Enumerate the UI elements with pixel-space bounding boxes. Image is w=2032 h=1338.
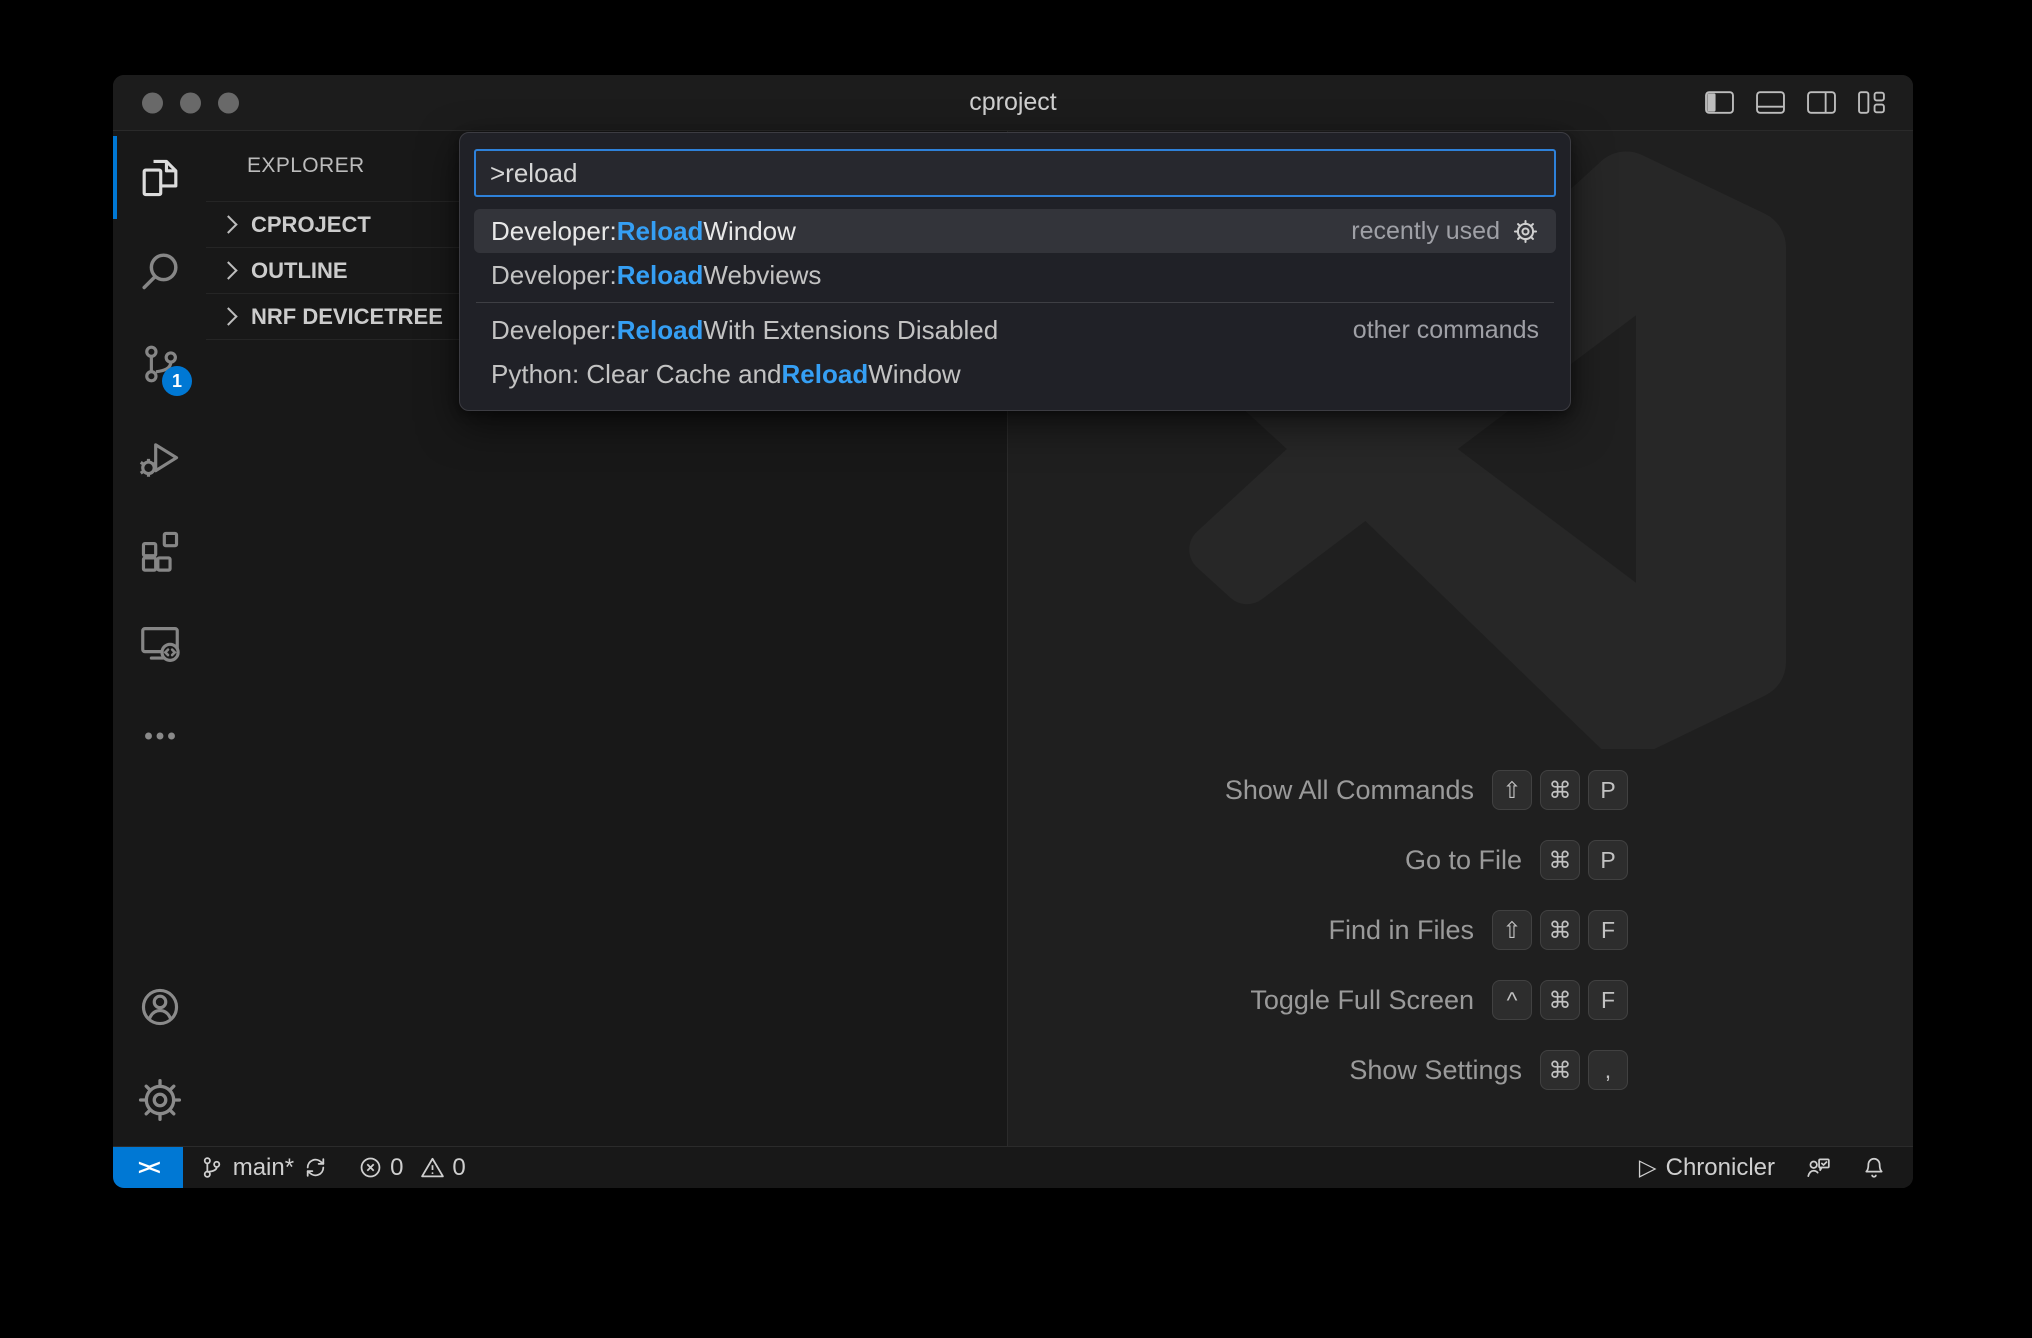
notifications-button[interactable] [1861,1155,1887,1181]
activity-bar: 1 [113,131,206,1146]
error-icon [358,1155,383,1180]
item-text: Window [703,216,795,247]
activity-run-debug-button[interactable] [113,410,206,503]
item-text: Webviews [703,260,821,291]
item-text: Developer: [491,216,617,247]
account-button[interactable] [113,960,206,1053]
toggle-panel-icon[interactable] [1756,91,1785,114]
section-label: OUTLINE [251,258,348,284]
shortcut-label: Show All Commands [1225,775,1474,806]
problems-status-item[interactable]: 0 0 [358,1154,476,1182]
activity-explorer-button[interactable] [113,131,206,224]
source-control-badge: 1 [162,366,192,396]
keycap: ⌘ [1540,770,1580,810]
chevron-right-icon [219,215,237,233]
branch-name: main* [233,1154,294,1182]
command-palette: Developer: Reload Window recently used D… [459,132,1571,411]
keycap: ⌘ [1540,980,1580,1020]
palette-item-reload-window[interactable]: Developer: Reload Window recently used [474,209,1556,253]
keycap: F [1588,980,1628,1020]
activity-source-control-button[interactable]: 1 [113,317,206,410]
toggle-secondary-sidebar-icon[interactable] [1807,91,1836,114]
palette-group-label: other commands [1353,316,1539,345]
customize-layout-icon[interactable] [1858,91,1887,114]
item-match: Reload [617,260,704,291]
keycap: ⇧ [1492,910,1532,950]
item-match: Reload [617,216,704,247]
palette-item-reload-extensions-disabled[interactable]: Developer: Reload With Extensions Disabl… [474,308,1556,352]
item-text: Window [868,359,960,390]
keycap: ^ [1492,980,1532,1020]
chevron-right-icon [219,261,237,279]
files-icon [137,155,183,201]
warning-count: 0 [452,1154,465,1182]
window-title: cproject [113,75,1913,130]
keycap: , [1588,1050,1628,1090]
sync-icon [303,1155,328,1180]
shortcut-row: Toggle Full Screen ^ ⌘ F [1250,978,1628,1022]
shortcut-label: Go to File [1405,845,1522,876]
item-match: Reload [782,359,869,390]
configure-keybinding-gear-icon[interactable] [1512,218,1539,245]
palette-separator [476,302,1554,303]
section-label: NRF DEVICETREE [251,304,443,330]
shortcut-row: Find in Files ⇧ ⌘ F [1328,908,1628,952]
chronicler-status-item[interactable]: ▷ Chronicler [1639,1154,1775,1182]
chronicler-label: Chronicler [1666,1154,1775,1182]
item-text: Developer: [491,315,617,346]
remote-indicator[interactable]: >< [113,1147,183,1188]
warning-icon [420,1155,445,1180]
palette-group-label: recently used [1351,217,1500,246]
shortcut-label: Toggle Full Screen [1250,985,1474,1016]
bell-icon [1861,1155,1887,1181]
item-text: Developer: [491,260,617,291]
run-debug-icon [137,434,183,480]
vscode-window: cproject [113,75,1913,1188]
palette-item-python-clear-cache[interactable]: Python: Clear Cache and Reload Window [474,352,1556,396]
account-icon [137,984,183,1030]
remote-explorer-icon [137,620,183,666]
shortcut-row: Show Settings ⌘ , [1349,1048,1628,1092]
watermark-shortcuts: Show All Commands ⇧ ⌘ P Go to File ⌘ P F [1225,768,1628,1118]
error-count: 0 [390,1154,403,1182]
toggle-primary-sidebar-icon[interactable] [1705,91,1734,114]
extensions-icon [137,527,183,573]
item-text: Python: Clear Cache and [491,359,782,390]
keycap: ⌘ [1540,1050,1580,1090]
status-bar: >< main* [113,1146,1913,1188]
search-icon [137,248,183,294]
keycap: P [1588,770,1628,810]
play-icon: ▷ [1639,1154,1657,1181]
branch-status-item[interactable]: main* [199,1154,328,1182]
keycap: P [1588,840,1628,880]
keycap: ⇧ [1492,770,1532,810]
shortcut-label: Find in Files [1328,915,1474,946]
palette-item-reload-webviews[interactable]: Developer: Reload Webviews [474,253,1556,297]
feedback-button[interactable] [1805,1155,1831,1181]
keycap: F [1588,910,1628,950]
activity-more-button[interactable] [113,689,206,782]
git-branch-icon [199,1155,224,1180]
shortcut-label: Show Settings [1349,1055,1522,1086]
item-text: With Extensions Disabled [703,315,998,346]
ellipsis-icon [137,713,183,759]
activity-extensions-button[interactable] [113,503,206,596]
shortcut-row: Show All Commands ⇧ ⌘ P [1225,768,1628,812]
section-label: CPROJECT [251,212,371,238]
activity-remote-explorer-button[interactable] [113,596,206,689]
shortcut-row: Go to File ⌘ P [1405,838,1628,882]
title-bar: cproject [113,75,1913,131]
remote-icon: >< [138,1155,158,1180]
gear-icon [137,1077,183,1123]
item-match: Reload [617,315,704,346]
feedback-icon [1805,1155,1831,1181]
command-palette-input[interactable] [474,149,1556,197]
settings-button[interactable] [113,1053,206,1146]
chevron-right-icon [219,307,237,325]
keycap: ⌘ [1540,840,1580,880]
activity-search-button[interactable] [113,224,206,317]
keycap: ⌘ [1540,910,1580,950]
